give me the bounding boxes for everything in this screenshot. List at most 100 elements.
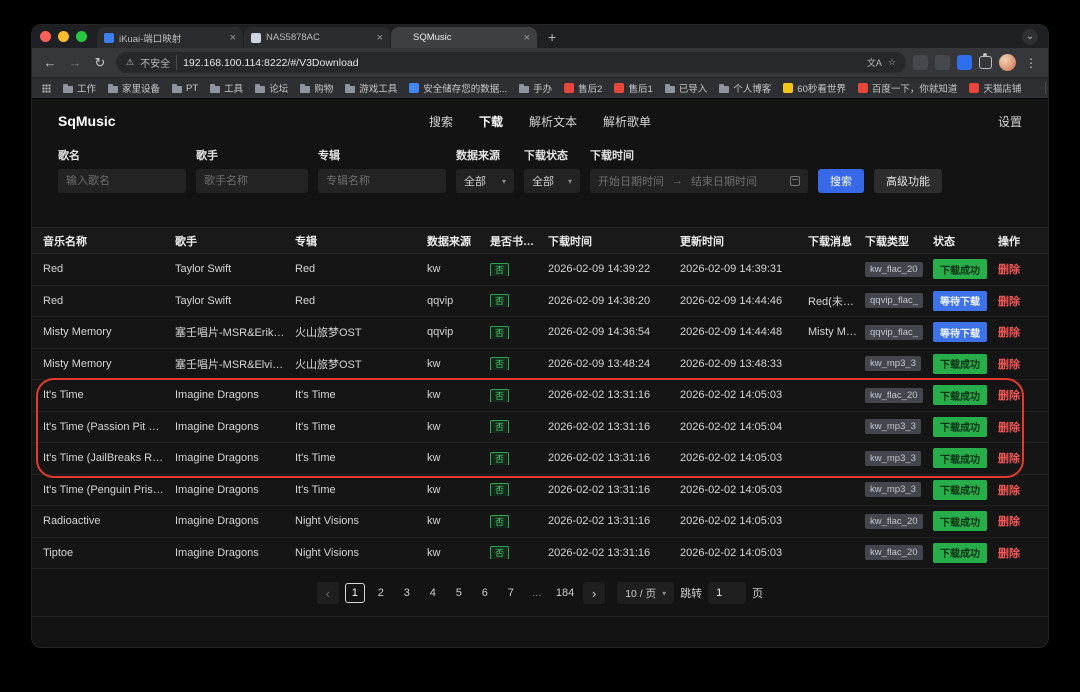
table-row[interactable]: It's Time Imagine Dragons It's Time kw 否… <box>32 380 1048 412</box>
delete-button[interactable]: 删除 <box>998 453 1020 465</box>
close-window-button[interactable] <box>40 31 51 42</box>
type-badge: qqvip_flac_ <box>865 325 923 340</box>
column-header: 操作 <box>994 233 1043 249</box>
cell-source: kw <box>423 421 486 433</box>
apps-grid-icon[interactable] <box>42 84 51 93</box>
extension-icon[interactable] <box>935 55 950 70</box>
status-select[interactable]: 全部 ▾ <box>524 169 580 193</box>
reload-icon[interactable]: ↻ <box>91 55 109 71</box>
bookmark-item[interactable]: 游戏工具 <box>345 81 397 95</box>
delete-button[interactable]: 删除 <box>998 485 1020 497</box>
page-number-button[interactable]: ... <box>527 583 547 603</box>
delete-button[interactable]: 删除 <box>998 516 1020 528</box>
forward-icon[interactable]: → <box>66 55 84 70</box>
extension-icon[interactable] <box>957 55 972 70</box>
bookmark-star-icon[interactable]: ☆ <box>888 57 896 68</box>
page-number-button[interactable]: 3 <box>397 583 417 603</box>
bookmark-item[interactable]: 手办 <box>519 81 552 95</box>
table-row[interactable]: Misty Memory 塞壬唱片-MSR&Elvin She... 火山旅梦O… <box>32 349 1048 381</box>
app-header: SqMusic 搜索 下载 解析文本 解析歌单 设置 <box>32 99 1048 143</box>
cell-bookmark-flag: 否 <box>486 420 544 433</box>
address-bar[interactable]: ⚠ 不安全 192.168.100.114:8222/#/V3Download … <box>116 52 906 73</box>
next-page-button[interactable]: › <box>583 582 605 604</box>
browser-tab[interactable]: SQMusic × <box>391 27 537 48</box>
page-number-button[interactable]: 184 <box>553 583 577 603</box>
bookmark-item[interactable]: PT <box>172 83 198 94</box>
flag-badge: 否 <box>490 263 509 276</box>
bookmark-item[interactable]: 个人博客 <box>719 81 771 95</box>
prev-page-button[interactable]: ‹ <box>317 582 339 604</box>
app-nav-item[interactable]: 搜索 <box>429 113 453 130</box>
bookmark-item[interactable]: 论坛 <box>255 81 288 95</box>
cell-bookmark-flag: 否 <box>486 326 544 339</box>
bookmark-item[interactable]: 工作 <box>63 81 96 95</box>
tab-close-icon[interactable]: × <box>377 32 383 44</box>
table-row[interactable]: Radioactive Imagine Dragons Night Vision… <box>32 506 1048 538</box>
new-tab-button[interactable]: + <box>538 25 566 48</box>
tab-search-button[interactable]: ⌄ <box>1022 29 1038 45</box>
page-number-button[interactable]: 6 <box>475 583 495 603</box>
page-number-button[interactable]: 1 <box>345 583 365 603</box>
page-size-select[interactable]: 10 / 页 ▾ <box>617 582 674 604</box>
profile-avatar[interactable] <box>999 54 1016 71</box>
table-row[interactable]: It's Time (Passion Pit Re... Imagine Dra… <box>32 412 1048 444</box>
delete-button[interactable]: 删除 <box>998 422 1020 434</box>
table-row[interactable]: It's Time (Penguin Prison ... Imagine Dr… <box>32 475 1048 507</box>
cell-bookmark-flag: 否 <box>486 389 544 402</box>
table-row[interactable]: Red Taylor Swift Red kw 否 2026-02-09 14:… <box>32 254 1048 286</box>
advanced-button[interactable]: 高级功能 <box>874 169 942 193</box>
bookmark-item[interactable]: 工具 <box>210 81 243 95</box>
url-text[interactable]: 192.168.100.114:8222/#/V3Download <box>183 57 861 69</box>
song-name-input[interactable] <box>58 169 186 193</box>
app-nav-item[interactable]: 解析文本 <box>529 113 577 130</box>
settings-link[interactable]: 设置 <box>998 113 1022 130</box>
bookmark-item[interactable]: 家里设备 <box>108 81 160 95</box>
translate-icon[interactable]: 文A <box>867 56 882 69</box>
delete-button[interactable]: 删除 <box>998 264 1020 276</box>
page-number-button[interactable]: 2 <box>371 583 391 603</box>
cell-album: It's Time <box>291 484 423 496</box>
page-number-button[interactable]: 7 <box>501 583 521 603</box>
table-row[interactable]: Red Taylor Swift Red qqvip 否 2026-02-09 … <box>32 286 1048 318</box>
extension-icon[interactable] <box>913 55 928 70</box>
cell-bookmark-flag: 否 <box>486 515 544 528</box>
jump-page-input[interactable] <box>708 582 746 604</box>
type-badge: kw_flac_20 <box>865 545 923 560</box>
delete-button[interactable]: 删除 <box>998 327 1020 339</box>
table-row[interactable]: It's Time (JailBreaks Rem... Imagine Dra… <box>32 443 1048 475</box>
back-icon[interactable]: ← <box>41 55 59 70</box>
browser-menu-icon[interactable]: ⋮ <box>1023 56 1039 70</box>
bookmark-item[interactable]: 售后1 <box>614 81 652 95</box>
page-number-button[interactable]: 4 <box>423 583 443 603</box>
search-button[interactable]: 搜索 <box>818 169 864 193</box>
bookmark-item[interactable]: 百度一下，你就知道 <box>858 81 958 95</box>
tab-close-icon[interactable]: × <box>230 32 236 44</box>
bookmark-item[interactable]: 售后2 <box>564 81 602 95</box>
bookmark-item[interactable]: 购物 <box>300 81 333 95</box>
date-range-picker[interactable]: 开始日期时间 → 结束日期时间 <box>590 169 808 193</box>
extensions-puzzle-icon[interactable] <box>979 56 992 69</box>
minimize-window-button[interactable] <box>58 31 69 42</box>
table-row[interactable]: Misty Memory 塞壬唱片-MSR&Erik Castr... 火山旅梦… <box>32 317 1048 349</box>
album-input[interactable] <box>318 169 446 193</box>
page-number-button[interactable]: 5 <box>449 583 469 603</box>
delete-button[interactable]: 删除 <box>998 548 1020 560</box>
tab-close-icon[interactable]: × <box>524 32 530 44</box>
table-row[interactable]: Tiptoe Imagine Dragons Night Visions kw … <box>32 538 1048 570</box>
maximize-window-button[interactable] <box>76 31 87 42</box>
bookmark-item[interactable]: 天猫店铺 <box>969 81 1021 95</box>
bookmark-item[interactable]: 安全储存您的数据... <box>409 81 507 95</box>
security-label[interactable]: 不安全 <box>140 55 177 70</box>
app-nav-item[interactable]: 解析歌单 <box>603 113 651 130</box>
browser-tab[interactable]: NAS5878AC × <box>244 27 390 48</box>
app-nav-item[interactable]: 下载 <box>479 113 503 130</box>
bookmark-item[interactable]: 已导入 <box>665 81 708 95</box>
bookmark-item[interactable]: 60秒看世界 <box>783 81 846 95</box>
delete-button[interactable]: 删除 <box>998 390 1020 402</box>
artist-input[interactable] <box>196 169 308 193</box>
bookmark-label: 工具 <box>224 81 243 95</box>
source-select[interactable]: 全部 ▾ <box>456 169 514 193</box>
delete-button[interactable]: 删除 <box>998 296 1020 308</box>
browser-tab[interactable]: iKuai-端口映射 × <box>97 27 243 48</box>
delete-button[interactable]: 删除 <box>998 359 1020 371</box>
